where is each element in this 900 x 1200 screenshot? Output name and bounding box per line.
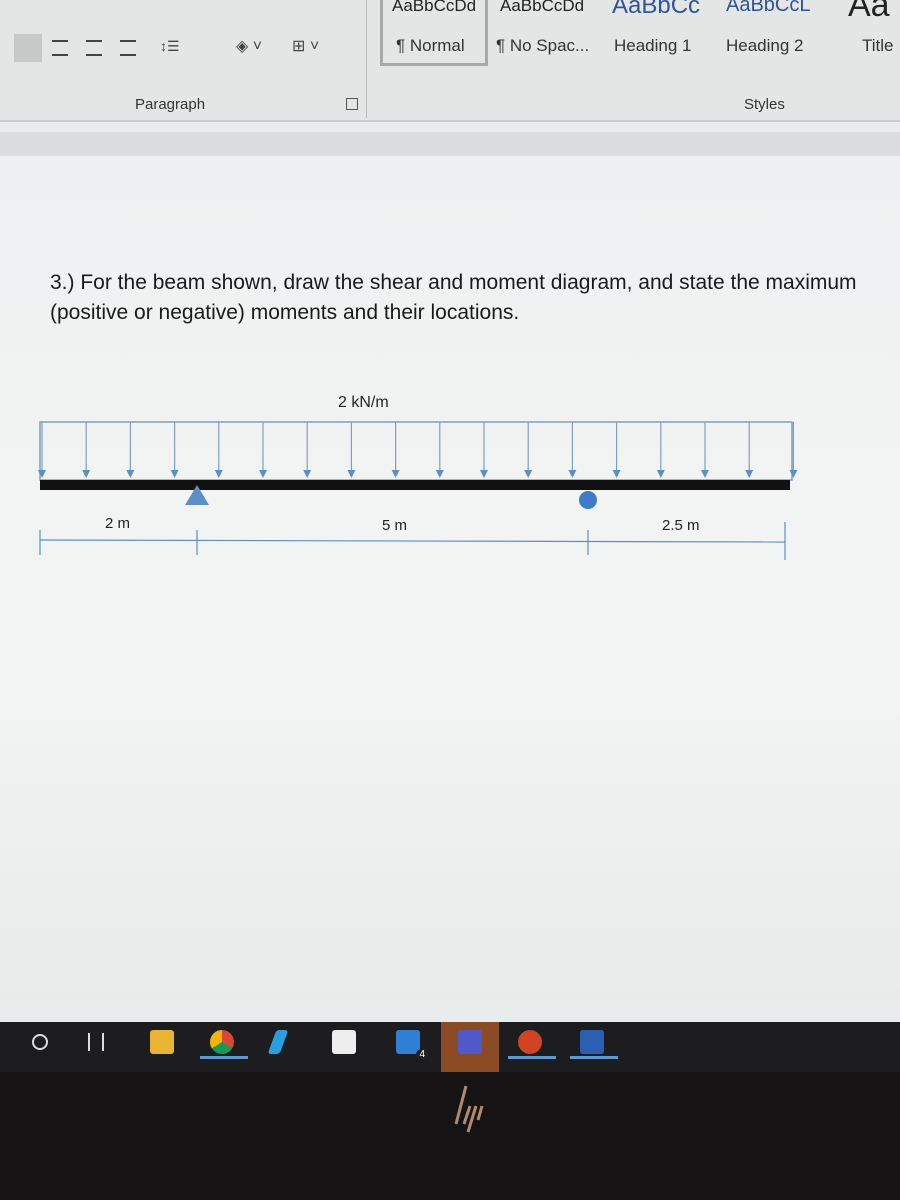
styles-group-label: Styles	[744, 96, 785, 113]
question-text: 3.) For the beam shown, draw the shear a…	[50, 271, 857, 324]
laptop-bezel	[0, 1072, 900, 1200]
load-arrowhead	[38, 470, 46, 478]
mail-icon[interactable]: 4	[396, 1030, 428, 1060]
style-sample: Aa	[848, 0, 890, 24]
load-arrowhead	[435, 470, 444, 478]
load-arrowhead	[701, 470, 709, 478]
roller-support	[579, 491, 597, 509]
load-arrowhead	[745, 470, 754, 478]
align-left-button[interactable]	[14, 34, 42, 62]
paragraph-dialog-launcher-icon[interactable]	[346, 98, 358, 110]
load-arrowhead	[303, 470, 312, 478]
style-name: Heading 2	[726, 36, 804, 55]
justify-button[interactable]	[120, 40, 136, 56]
dimension-label: 5 m	[382, 517, 407, 534]
load-arrowhead	[656, 470, 665, 478]
load-arrowhead	[126, 470, 135, 478]
running-indicator	[200, 1056, 248, 1059]
load-arrowhead	[259, 470, 267, 478]
beam	[40, 480, 790, 490]
teams-active-tile[interactable]	[441, 1022, 499, 1072]
distributed-load-box	[39, 421, 793, 481]
paragraph-group-label: Paragraph	[135, 96, 206, 113]
hp-logo	[454, 1085, 484, 1133]
ribbon: ↕☰ ◈ ˅ ⊞ ˅ Paragraph AaBbCcDd ¶ Normal Aa…	[0, 0, 900, 122]
mail-badge: 4	[416, 1049, 428, 1060]
group-divider	[366, 0, 367, 118]
line-spacing-button[interactable]: ↕☰	[160, 38, 200, 58]
load-arrowhead	[170, 470, 179, 478]
cortana-icon[interactable]	[32, 1034, 48, 1050]
style-sample: AaBbCcL	[726, 0, 811, 16]
style-name: Title	[862, 36, 894, 55]
align-right-button[interactable]	[86, 40, 102, 56]
beam-figure: 2 kN/m 2 m 5 m 2.5 m	[38, 394, 798, 560]
style-sample: AaBbCcDd	[392, 0, 477, 15]
store-icon[interactable]	[332, 1030, 356, 1054]
task-view-icon[interactable]	[88, 1033, 104, 1051]
align-center-button[interactable]	[52, 40, 68, 56]
dimension-label: 2.5 m	[662, 517, 700, 534]
load-arrowhead	[480, 470, 488, 478]
dimension-label: 2 m	[105, 515, 130, 532]
style-sample: AaBbCcDd	[500, 0, 585, 15]
load-arrowhead	[347, 470, 356, 478]
powerpoint-icon[interactable]	[518, 1030, 542, 1054]
teams-icon	[458, 1030, 482, 1054]
load-arrowhead	[82, 470, 91, 478]
ruler	[0, 132, 900, 156]
load-arrowhead	[524, 470, 533, 478]
load-arrowhead	[214, 470, 223, 478]
load-arrowhead	[789, 470, 798, 478]
style-name: ¶ No Spac...	[496, 36, 590, 55]
load-arrows	[38, 422, 798, 478]
borders-button[interactable]: ⊞ ˅	[292, 36, 332, 58]
style-name: ¶ Normal	[396, 36, 465, 55]
file-explorer-icon[interactable]	[150, 1030, 174, 1054]
running-indicator	[570, 1056, 618, 1059]
load-arrowhead	[391, 470, 400, 478]
load-arrowhead	[568, 470, 577, 478]
word-icon[interactable]	[580, 1030, 604, 1054]
shading-button[interactable]: ◈ ˅	[236, 36, 276, 58]
running-indicator	[508, 1056, 556, 1059]
load-label: 2 kN/m	[338, 394, 389, 411]
style-name: Heading 1	[614, 36, 692, 55]
style-sample: AaBbCc	[612, 0, 701, 19]
chrome-icon[interactable]	[210, 1030, 234, 1054]
load-arrowhead	[612, 470, 621, 478]
